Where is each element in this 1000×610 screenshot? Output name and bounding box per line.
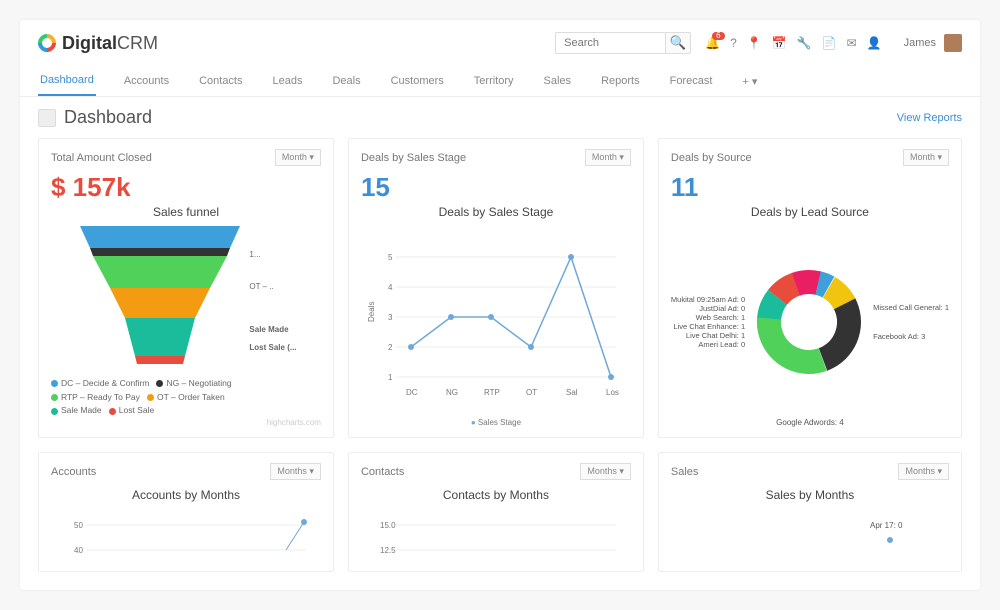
by-stage-legend: ● Sales Stage xyxy=(361,418,631,427)
svg-text:40: 40 xyxy=(74,546,83,555)
mail-icon[interactable]: ✉ xyxy=(847,37,857,49)
svg-text:RTP: RTP xyxy=(484,388,500,397)
card-total-closed: Total Amount Closed Month ▾ $ 157k Sales… xyxy=(38,138,334,438)
brand-name-1: Digital xyxy=(62,33,117,54)
card-contacts: Contacts Months ▾ Contacts by Months 15.… xyxy=(348,452,644,572)
tab-accounts[interactable]: Accounts xyxy=(122,67,171,95)
card-sales: Sales Months ▾ Sales by Months Apr 17: 0 xyxy=(658,452,962,572)
accounts-chart-title: Accounts by Months xyxy=(51,488,321,502)
contacts-chart-title: Contacts by Months xyxy=(361,488,631,502)
funnel-footnote: highcharts.com xyxy=(51,418,321,427)
pin-icon[interactable]: 📍 xyxy=(747,37,762,49)
donut-chart xyxy=(749,262,869,382)
main-nav: Dashboard Accounts Contacts Leads Deals … xyxy=(20,60,980,97)
card-contacts-period[interactable]: Months ▾ xyxy=(580,463,631,480)
card-by-source-title: Deals by Source xyxy=(671,152,752,164)
logo-ring-icon xyxy=(34,30,59,55)
card-sales-title: Sales xyxy=(671,466,699,478)
card-by-stage-title: Deals by Sales Stage xyxy=(361,152,466,164)
wrench-icon[interactable]: 🔧 xyxy=(797,37,812,49)
svg-text:15.0: 15.0 xyxy=(380,521,396,530)
svg-text:50: 50 xyxy=(74,521,83,530)
brand-name-2: CRM xyxy=(117,33,158,54)
user-icon[interactable]: 👤 xyxy=(867,37,882,49)
funnel-side-label: Lost Sale (... xyxy=(249,339,296,357)
svg-text:12.5: 12.5 xyxy=(380,546,396,555)
svg-text:5: 5 xyxy=(388,253,393,262)
tab-forecast[interactable]: Forecast xyxy=(668,67,715,95)
tab-leads[interactable]: Leads xyxy=(271,67,305,95)
funnel-side-label: OT – .. xyxy=(249,278,296,296)
svg-text:4: 4 xyxy=(388,283,393,292)
svg-text:3: 3 xyxy=(388,313,393,322)
search-icon: 🔍 xyxy=(670,35,687,50)
tab-dashboard[interactable]: Dashboard xyxy=(38,66,96,96)
tab-sales[interactable]: Sales xyxy=(542,67,574,95)
svg-text:NG: NG xyxy=(446,388,458,397)
svg-text:OT: OT xyxy=(526,388,537,397)
tab-more[interactable]: + ▾ xyxy=(740,67,759,96)
card-by-stage-period[interactable]: Month ▾ xyxy=(585,149,631,166)
svg-text:Los: Los xyxy=(606,388,619,397)
card-contacts-title: Contacts xyxy=(361,466,404,478)
line-chart-stage: 5 4 3 2 1 Deals DC NG RTP OT Sal Los xyxy=(366,237,626,407)
page-title: Dashboard xyxy=(64,107,152,128)
funnel-side-label: Sale Made xyxy=(249,321,296,339)
calendar-icon[interactable]: 📅 xyxy=(772,37,787,49)
page-icon xyxy=(38,109,56,127)
tab-contacts[interactable]: Contacts xyxy=(197,67,244,95)
user-name: James xyxy=(904,37,936,49)
tab-deals[interactable]: Deals xyxy=(330,67,362,95)
tab-reports[interactable]: Reports xyxy=(599,67,642,95)
notif-badge: 6 xyxy=(712,32,724,40)
search-input[interactable] xyxy=(555,32,665,54)
card-sales-period[interactable]: Months ▾ xyxy=(898,463,949,480)
svg-text:1: 1 xyxy=(388,373,393,382)
card-by-source-period[interactable]: Month ▾ xyxy=(903,149,949,166)
svg-text:2: 2 xyxy=(388,343,393,352)
svg-text:Sal: Sal xyxy=(566,388,578,397)
donut-left-labels: Mukital 09:25am Ad: 0 JustDial Ad: 0 Web… xyxy=(671,295,745,349)
card-by-source: Deals by Source Month ▾ 11 Deals by Lead… xyxy=(658,138,962,438)
by-stage-value: 15 xyxy=(361,172,631,203)
card-accounts: Accounts Months ▾ Accounts by Months 50 … xyxy=(38,452,334,572)
view-reports-link[interactable]: View Reports xyxy=(897,112,962,124)
card-accounts-period[interactable]: Months ▾ xyxy=(270,463,321,480)
sales-chart-title: Sales by Months xyxy=(671,488,949,502)
user-menu[interactable]: James xyxy=(904,34,962,52)
line-chart-accounts: 50 40 xyxy=(56,510,316,560)
card-by-stage: Deals by Sales Stage Month ▾ 15 Deals by… xyxy=(348,138,644,438)
tab-customers[interactable]: Customers xyxy=(389,67,446,95)
search-button[interactable]: 🔍 xyxy=(665,32,691,54)
funnel-legend: DC – Decide & Confirm NG – Negotiating R… xyxy=(51,377,321,418)
avatar xyxy=(944,34,962,52)
card-total-closed-title: Total Amount Closed xyxy=(51,152,152,164)
notifications-button[interactable]: 🔔 6 xyxy=(705,37,720,49)
help-icon[interactable]: ? xyxy=(730,37,737,49)
card-accounts-title: Accounts xyxy=(51,466,96,478)
tab-territory[interactable]: Territory xyxy=(472,67,516,95)
svg-text:Apr 17: 0: Apr 17: 0 xyxy=(870,521,903,530)
funnel-title: Sales funnel xyxy=(51,205,321,219)
by-source-chart-title: Deals by Lead Source xyxy=(671,205,949,219)
funnel-side-label: 1... xyxy=(249,246,296,264)
card-total-closed-period[interactable]: Month ▾ xyxy=(275,149,321,166)
brand-logo[interactable]: DigitalCRM xyxy=(38,33,158,54)
line-chart-sales: Apr 17: 0 xyxy=(680,510,940,560)
report-icon[interactable]: 📄 xyxy=(822,37,837,49)
by-source-value: 11 xyxy=(671,172,949,203)
funnel-chart xyxy=(75,226,245,376)
donut-right-labels: Missed Call General: 1 Facebook Ad: 3 xyxy=(873,303,949,341)
svg-text:Deals: Deals xyxy=(367,301,376,321)
svg-text:DC: DC xyxy=(406,388,418,397)
by-stage-chart-title: Deals by Sales Stage xyxy=(361,205,631,219)
line-chart-contacts: 15.0 12.5 xyxy=(366,510,626,560)
donut-bottom-label: Google Adwords: 4 xyxy=(671,418,949,427)
total-closed-value: $ 157k xyxy=(51,172,321,203)
